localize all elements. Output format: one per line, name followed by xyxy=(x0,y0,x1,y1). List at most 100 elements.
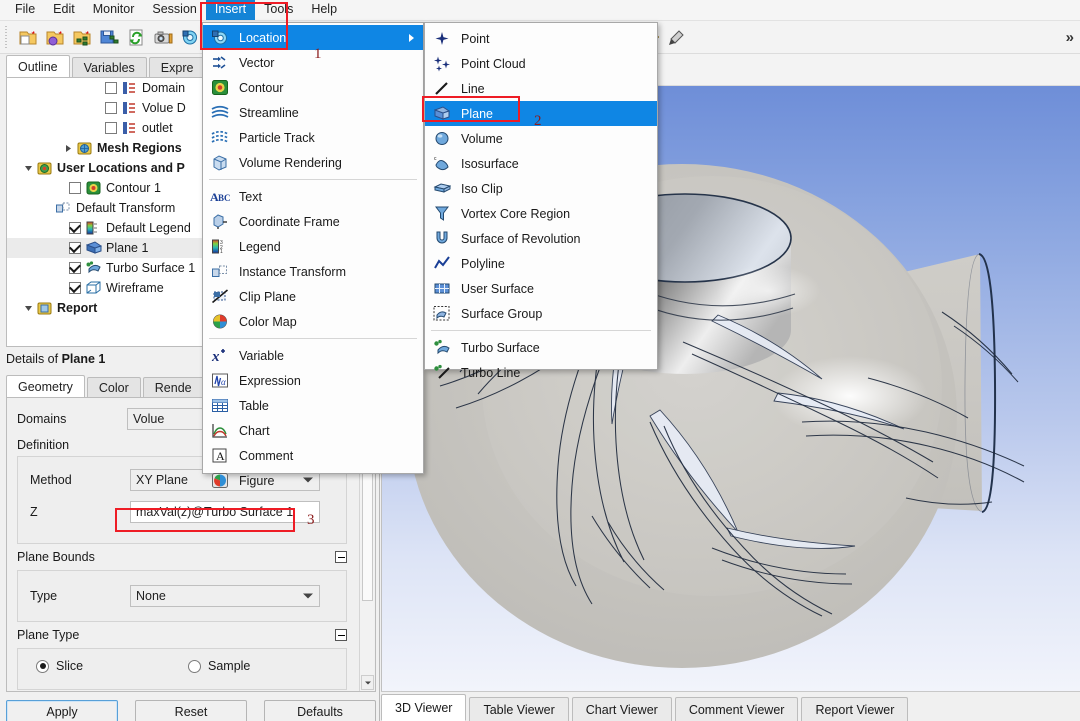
menu-item-color-map[interactable]: Color Map xyxy=(203,309,423,334)
chevron-down-icon xyxy=(303,593,313,599)
toolbar-grip[interactable] xyxy=(4,26,11,48)
tab-geometry[interactable]: Geometry xyxy=(6,375,85,398)
submenu-item-point-cloud[interactable]: Point Cloud xyxy=(425,51,657,76)
load-results-icon[interactable] xyxy=(68,24,95,51)
tab-chart-viewer[interactable]: Chart Viewer xyxy=(571,697,672,721)
checkbox[interactable] xyxy=(69,182,81,194)
z-input[interactable]: maxVal(z)@Turbo Surface 1 xyxy=(130,501,320,523)
location-submenu[interactable]: Point Point Cloud Line Plane Volume c Is… xyxy=(424,22,658,380)
menu-item-label: Vector xyxy=(239,55,275,70)
tab-3d-viewer[interactable]: 3D Viewer xyxy=(381,694,467,721)
z-value: maxVal(z)@Turbo Surface 1 xyxy=(136,505,294,519)
menu-item-legend[interactable]: 321 Legend xyxy=(203,234,423,259)
toolbar-location-icon[interactable] xyxy=(176,24,203,51)
tree-item-label: Turbo Surface 1 xyxy=(106,261,196,275)
menu-item-streamline[interactable]: Streamline xyxy=(203,100,423,125)
menu-monitor[interactable]: Monitor xyxy=(84,0,144,20)
menu-insert[interactable]: Insert xyxy=(205,0,256,20)
submenu-item-point[interactable]: Point xyxy=(425,26,657,51)
refresh-icon[interactable] xyxy=(122,24,149,51)
checkbox[interactable] xyxy=(69,282,81,294)
collapse-plane-type-icon[interactable] xyxy=(335,629,347,641)
menu-item-table[interactable]: Table xyxy=(203,393,423,418)
tab-color[interactable]: Color xyxy=(86,377,141,398)
submenu-item-surface-of-revolution[interactable]: Surface of Revolution xyxy=(425,226,657,251)
toolbar-overflow-button[interactable]: » xyxy=(1066,29,1074,46)
checkbox[interactable] xyxy=(105,82,117,94)
tab-outline[interactable]: Outline xyxy=(6,55,70,78)
checkbox[interactable] xyxy=(69,242,81,254)
tab-table-viewer[interactable]: Table Viewer xyxy=(469,697,569,721)
tab-expressions[interactable]: Expre xyxy=(148,57,206,78)
tab-report-viewer[interactable]: Report Viewer xyxy=(801,697,909,721)
bounds-type-combo[interactable]: None xyxy=(130,585,320,607)
comment-icon: A xyxy=(210,447,230,465)
submenu-item-polyline[interactable]: Polyline xyxy=(425,251,657,276)
menu-item-expression[interactable]: α Expression xyxy=(203,368,423,393)
menu-item-comment[interactable]: A Comment xyxy=(203,443,423,468)
color-map-icon xyxy=(210,313,230,331)
tree-item-label: Default Transform xyxy=(76,201,176,215)
submenu-item-user-surface[interactable]: User Surface xyxy=(425,276,657,301)
menu-item-label: Location xyxy=(239,30,287,45)
new-case-icon[interactable] xyxy=(14,24,41,51)
menu-edit[interactable]: Edit xyxy=(44,0,84,20)
insert-menu[interactable]: Location Vector Contour Streamline Parti… xyxy=(202,22,424,488)
menu-item-variable[interactable]: x Variable xyxy=(203,343,423,368)
radio-slice-button[interactable] xyxy=(36,659,49,673)
menu-session[interactable]: Session xyxy=(143,0,205,20)
checkbox[interactable] xyxy=(105,102,117,114)
apply-button[interactable]: Apply xyxy=(6,700,118,721)
submenu-arrow-icon xyxy=(409,33,414,42)
checkbox[interactable] xyxy=(105,122,117,134)
menu-item-label: Particle Track xyxy=(239,130,315,145)
submenu-item-surface-group[interactable]: Surface Group xyxy=(425,301,657,326)
submenu-item-vortex-core-region[interactable]: Vortex Core Region xyxy=(425,201,657,226)
menu-item-coordinate-frame[interactable]: Coordinate Frame xyxy=(203,209,423,234)
tab-comment-viewer[interactable]: Comment Viewer xyxy=(674,697,799,721)
radio-slice[interactable]: Slice xyxy=(36,659,83,673)
save-state-icon[interactable] xyxy=(95,24,122,51)
chevron-right-icon[interactable] xyxy=(61,138,76,158)
radio-sample-button[interactable] xyxy=(188,659,201,673)
submenu-item-line[interactable]: Line xyxy=(425,76,657,101)
menu-item-label: Volume Rendering xyxy=(239,155,342,170)
submenu-item-isosurface[interactable]: c Isosurface xyxy=(425,151,657,176)
radio-sample[interactable]: Sample xyxy=(188,659,250,673)
svg-text:BC: BC xyxy=(218,193,230,203)
clip-plane-icon xyxy=(210,288,230,306)
collapse-plane-bounds-icon[interactable] xyxy=(335,551,347,563)
tab-variables[interactable]: Variables xyxy=(71,57,147,78)
toolbar-probe-icon[interactable] xyxy=(662,24,689,51)
instance-transform-icon xyxy=(55,200,72,216)
submenu-item-iso-clip[interactable]: Iso Clip xyxy=(425,176,657,201)
menu-item-vector[interactable]: Vector xyxy=(203,50,423,75)
submenu-item-turbo-line[interactable]: Turbo Line xyxy=(425,360,657,385)
defaults-button[interactable]: Defaults xyxy=(264,700,376,721)
menu-item-volume-rendering[interactable]: Volume Rendering xyxy=(203,150,423,175)
checkbox[interactable] xyxy=(69,262,81,274)
menu-item-instance-transform[interactable]: Instance Transform xyxy=(203,259,423,284)
checkbox[interactable] xyxy=(69,222,81,234)
open-case-icon[interactable] xyxy=(41,24,68,51)
menu-item-chart[interactable]: Chart xyxy=(203,418,423,443)
chevron-down-icon[interactable] xyxy=(21,158,36,178)
menu-tools[interactable]: Tools xyxy=(255,0,302,20)
snapshot-icon[interactable] xyxy=(149,24,176,51)
chevron-down-icon[interactable] xyxy=(21,298,36,318)
scroll-down-icon[interactable] xyxy=(361,675,374,690)
menu-item-contour[interactable]: Contour xyxy=(203,75,423,100)
menu-item-location[interactable]: Location xyxy=(203,25,423,50)
menu-file[interactable]: File xyxy=(6,0,44,20)
menu-item-figure[interactable]: Figure xyxy=(203,468,423,493)
reset-button[interactable]: Reset xyxy=(135,700,247,721)
submenu-item-turbo-surface[interactable]: Turbo Surface xyxy=(425,335,657,360)
location-icon xyxy=(210,29,230,47)
menu-item-text[interactable]: A BC Text xyxy=(203,184,423,209)
menu-item-particle-track[interactable]: Particle Track xyxy=(203,125,423,150)
menu-help[interactable]: Help xyxy=(302,0,346,20)
plane-type-group: Slice Sample xyxy=(17,648,347,690)
menu-item-clip-plane[interactable]: Clip Plane xyxy=(203,284,423,309)
tab-render[interactable]: Rende xyxy=(142,377,204,398)
definition-label: Definition xyxy=(17,438,70,452)
